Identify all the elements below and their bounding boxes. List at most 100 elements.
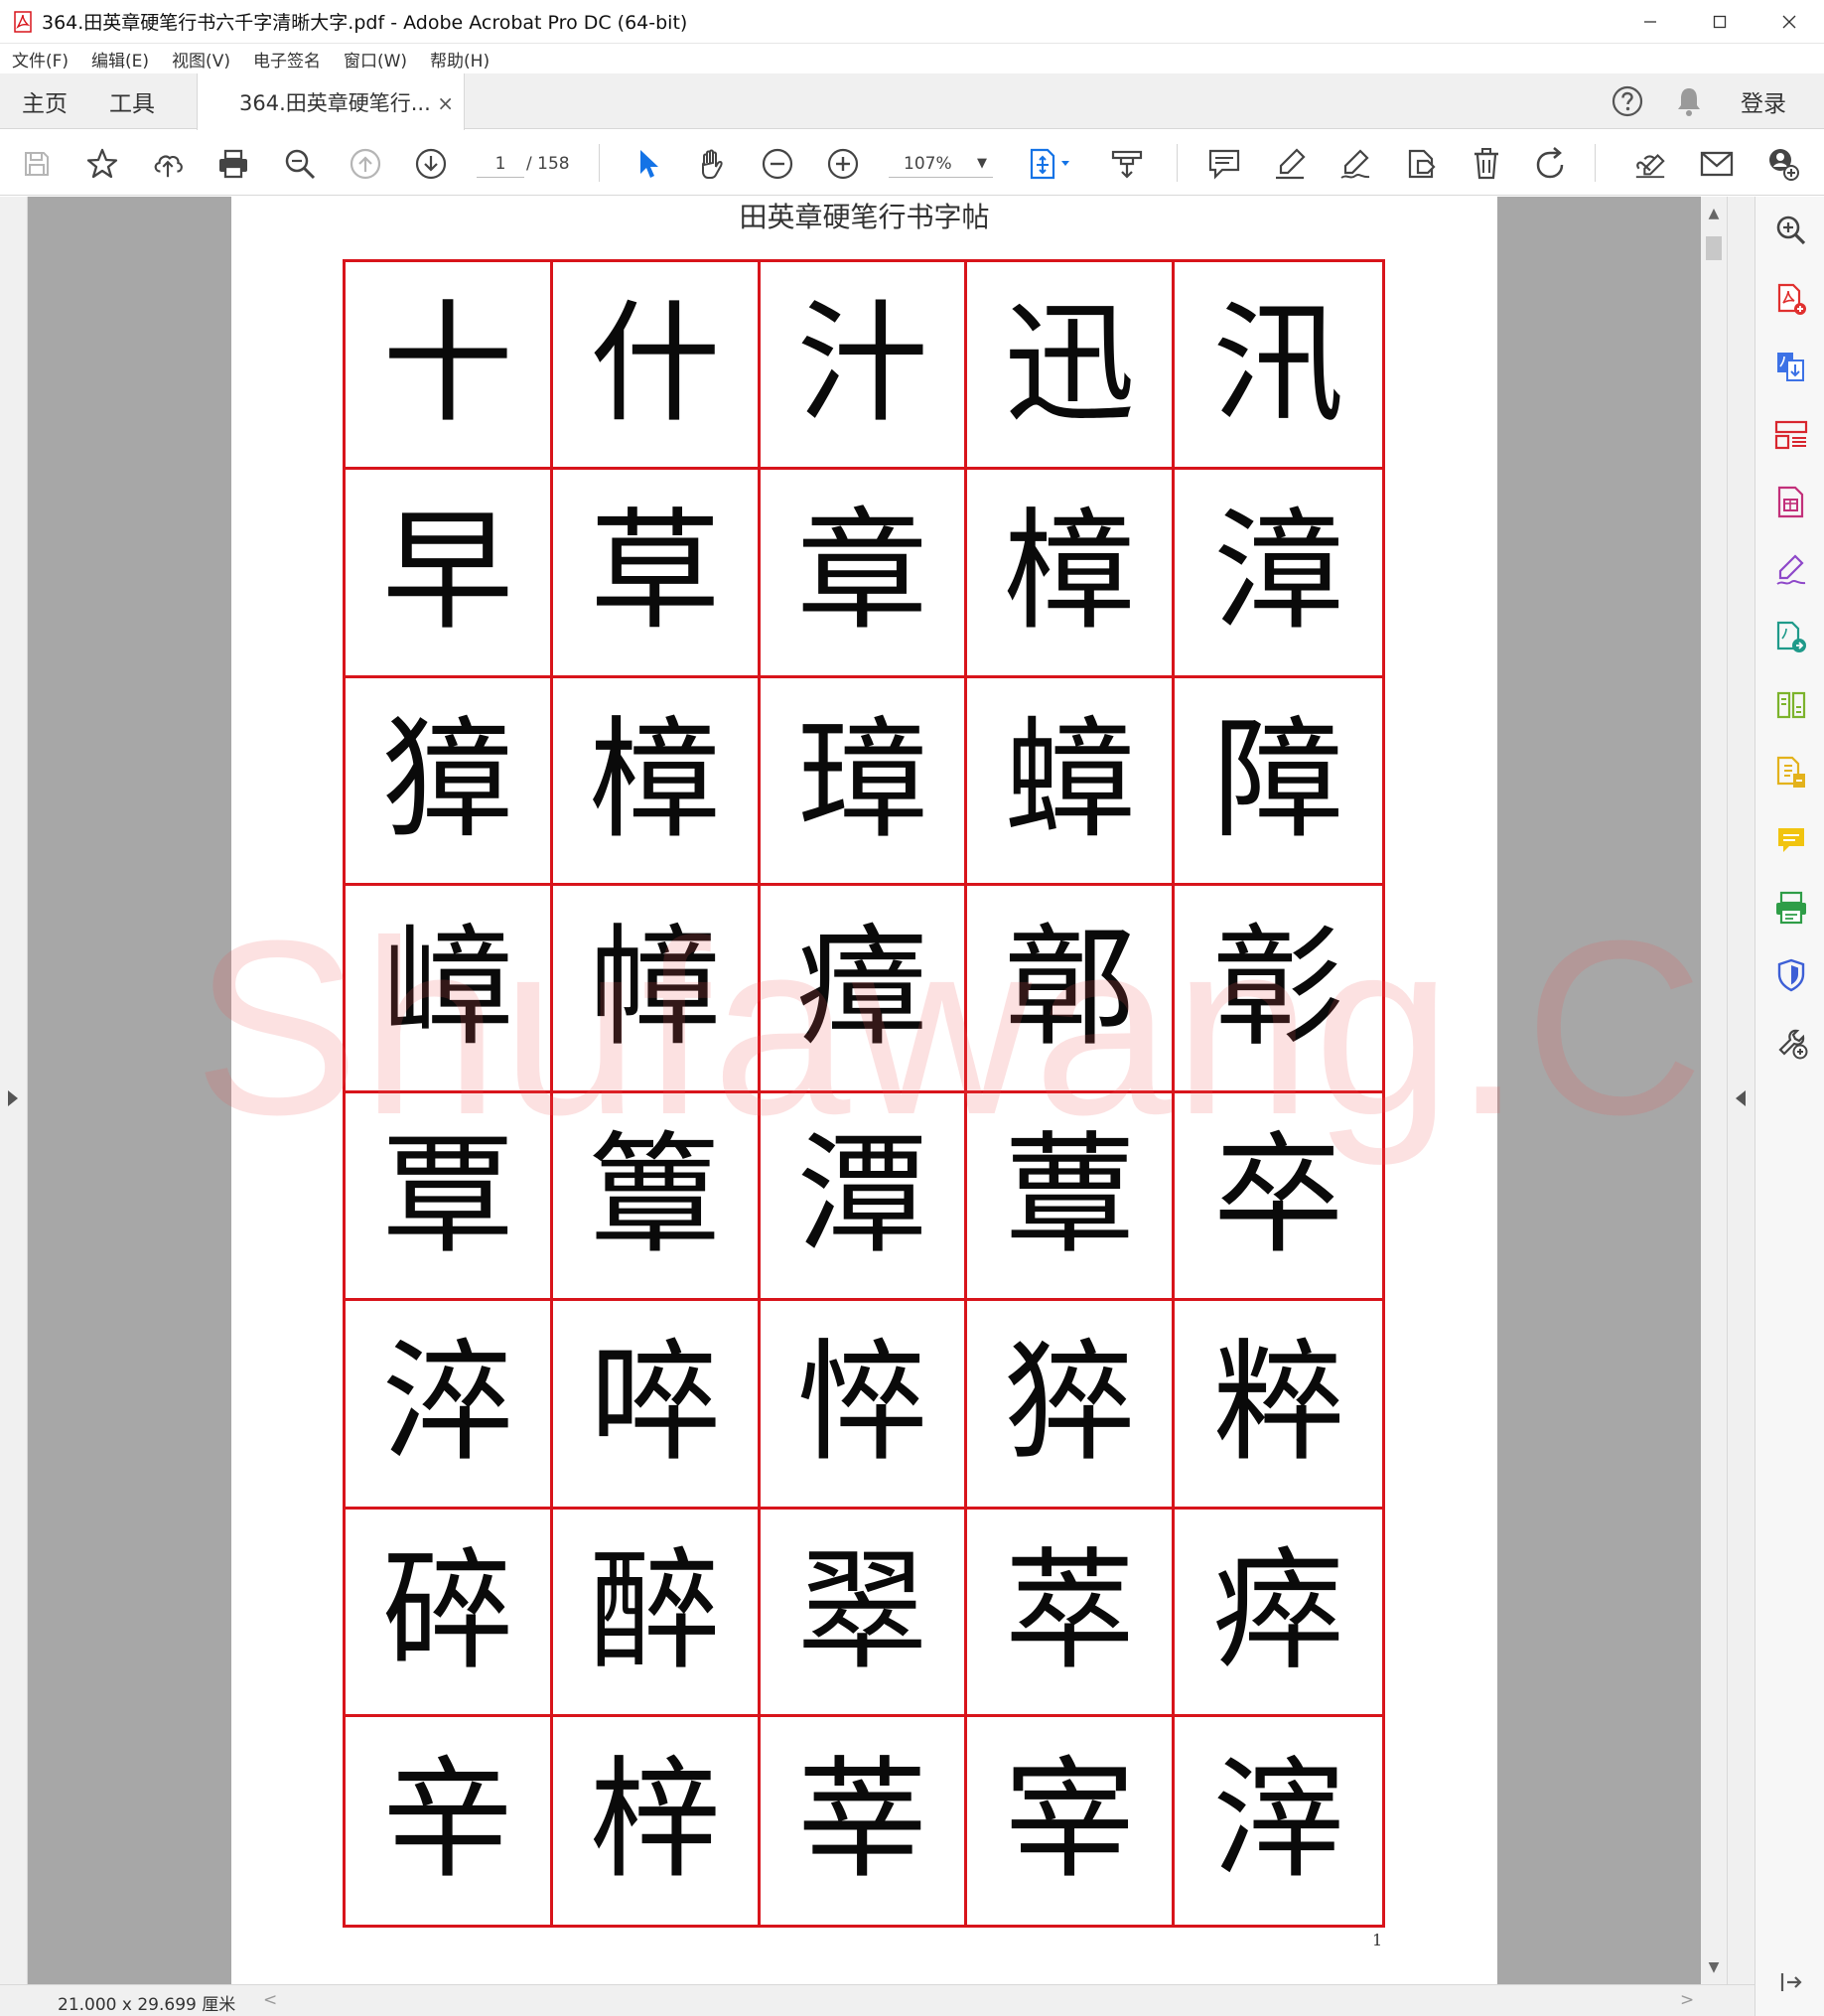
fill-sign-icon[interactable] bbox=[1633, 147, 1667, 181]
window-title: 364.田英章硬笔行书六千字清晰大字.pdf - Adobe Acrobat P… bbox=[42, 12, 688, 34]
organize-pages-icon[interactable] bbox=[1773, 417, 1809, 453]
character-cell: 幛 bbox=[552, 885, 761, 1093]
character-cell: 獐 bbox=[346, 677, 553, 886]
compare-files-icon[interactable] bbox=[1773, 687, 1809, 723]
comment-tool-icon[interactable] bbox=[1773, 822, 1809, 858]
menu-window[interactable]: 窗口(W) bbox=[344, 47, 407, 72]
scroll-thumb[interactable] bbox=[1706, 236, 1722, 260]
page-size-label: 21.000 x 29.699 厘米 bbox=[58, 1995, 236, 2015]
search-zoom-icon[interactable] bbox=[1773, 213, 1809, 248]
scroll-down-icon[interactable]: ▼ bbox=[1707, 1959, 1721, 1975]
character-cell: 瘴 bbox=[760, 885, 968, 1093]
presentation-icon[interactable] bbox=[1110, 147, 1144, 181]
character-cell: 碎 bbox=[346, 1509, 553, 1717]
menu-edit[interactable]: 编辑(E) bbox=[91, 47, 149, 72]
help-icon[interactable] bbox=[1610, 83, 1645, 119]
toolbar: 1 / 158 107% ▼ bbox=[0, 130, 1824, 196]
rotate-icon[interactable] bbox=[1534, 147, 1568, 181]
zoom-level-select[interactable]: 107% ▼ bbox=[889, 150, 993, 178]
send-for-review-icon[interactable] bbox=[1773, 620, 1809, 655]
combine-files-icon[interactable] bbox=[1773, 755, 1809, 791]
page-number-input[interactable]: 1 bbox=[477, 150, 524, 178]
character-cell: 鄣 bbox=[967, 885, 1176, 1093]
menu-e-sign[interactable]: 电子签名 bbox=[253, 47, 321, 72]
protect-shield-icon[interactable] bbox=[1773, 957, 1809, 993]
toolbar-divider bbox=[599, 144, 600, 182]
character-cell: 啐 bbox=[552, 1301, 761, 1510]
page-footer-number: 1 bbox=[1372, 1931, 1383, 1949]
hand-tool-icon[interactable] bbox=[695, 147, 729, 181]
bookmark-star-icon[interactable] bbox=[85, 147, 119, 181]
scroll-right-icon[interactable]: > bbox=[1680, 1990, 1694, 2010]
request-signature-icon[interactable] bbox=[1773, 552, 1809, 588]
toolbar-divider bbox=[1595, 144, 1596, 182]
scroll-left-icon[interactable]: < bbox=[263, 1990, 277, 2010]
right-pane-toggle[interactable] bbox=[1727, 197, 1754, 1984]
character-cell: 滓 bbox=[1212, 1744, 1344, 1898]
character-cell: 章 bbox=[760, 470, 968, 678]
character-cell: 障 bbox=[1175, 678, 1382, 886]
sign-in-button[interactable]: 登录 bbox=[1741, 84, 1786, 118]
highlight-pen-icon[interactable] bbox=[1273, 147, 1307, 181]
menu-help[interactable]: 帮助(H) bbox=[430, 47, 490, 72]
save-icon[interactable] bbox=[20, 147, 54, 181]
tab-tools[interactable]: 工具 bbox=[109, 73, 155, 129]
tab-document-label: 364.田英章硬笔行... bbox=[239, 90, 431, 115]
cloud-upload-icon[interactable] bbox=[151, 147, 185, 181]
character-cell: 瘁 bbox=[1175, 1510, 1382, 1717]
page-header-title: 田英章硬笔行书字帖 bbox=[739, 201, 990, 233]
export-pdf-icon[interactable] bbox=[1773, 350, 1809, 385]
sign-pen-icon[interactable] bbox=[1338, 147, 1372, 181]
character-cell: 宰 bbox=[967, 1716, 1176, 1925]
previous-page-icon[interactable] bbox=[349, 147, 382, 181]
page-fit-icon[interactable] bbox=[1025, 147, 1074, 181]
tab-document[interactable]: 364.田英章硬笔行... × bbox=[197, 73, 465, 130]
character-cell: 彰 bbox=[1175, 886, 1382, 1093]
comment-icon[interactable] bbox=[1207, 147, 1241, 181]
more-tools-icon[interactable] bbox=[1773, 1025, 1809, 1061]
next-page-icon[interactable] bbox=[414, 147, 448, 181]
character-cell: 翠 bbox=[760, 1509, 968, 1717]
character-cell: 覃 bbox=[346, 1093, 553, 1302]
acrobat-logo-icon bbox=[12, 10, 34, 34]
character-cell: 璋 bbox=[760, 677, 968, 886]
character-cell: 莘 bbox=[761, 1716, 968, 1925]
share-user-icon[interactable] bbox=[1765, 147, 1799, 181]
character-grid: 十什汁迅汛早草章樟漳獐樟璋蟑障嶂幛瘴鄣彰覃簟潭蕈卒淬啐悴猝粹碎醉翠萃瘁辛梓莘宰滓 bbox=[343, 259, 1385, 1928]
toolbar-divider bbox=[1177, 144, 1178, 182]
minimize-button[interactable] bbox=[1615, 0, 1685, 44]
stamp-icon[interactable] bbox=[1404, 147, 1438, 181]
print-icon[interactable] bbox=[216, 147, 250, 181]
email-icon[interactable] bbox=[1700, 147, 1734, 181]
left-pane-toggle[interactable] bbox=[0, 197, 28, 1984]
delete-trash-icon[interactable] bbox=[1470, 147, 1503, 181]
tab-home[interactable]: 主页 bbox=[22, 73, 68, 129]
close-window-button[interactable] bbox=[1754, 0, 1824, 44]
maximize-button[interactable] bbox=[1685, 0, 1754, 44]
character-cell: 猝 bbox=[967, 1301, 1176, 1510]
select-cursor-icon[interactable] bbox=[631, 147, 665, 181]
character-cell: 漳 bbox=[1175, 470, 1382, 678]
scroll-up-icon[interactable]: ▲ bbox=[1707, 206, 1721, 221]
close-tab-icon[interactable]: × bbox=[437, 91, 454, 115]
edit-pdf-icon[interactable] bbox=[1773, 485, 1809, 520]
pdf-page: 田英章硬笔行书字帖 十什汁迅汛早草章樟漳獐樟璋蟑障嶂幛瘴鄣彰覃簟潭蕈卒淬啐悴猝粹… bbox=[231, 197, 1497, 1984]
scan-ocr-icon[interactable] bbox=[1773, 890, 1809, 926]
zoom-out-icon[interactable] bbox=[761, 147, 794, 181]
character-cell: 萃 bbox=[967, 1509, 1176, 1717]
character-cell: 簟 bbox=[552, 1093, 761, 1302]
find-zoom-icon[interactable] bbox=[283, 147, 317, 181]
tab-bar: 主页 工具 364.田英章硬笔行... × 登录 bbox=[0, 73, 1824, 130]
expand-left-icon bbox=[8, 1090, 18, 1106]
create-pdf-icon[interactable] bbox=[1773, 282, 1809, 318]
notifications-bell-icon[interactable] bbox=[1671, 83, 1707, 119]
menu-file[interactable]: 文件(F) bbox=[12, 47, 69, 72]
collapse-pane-icon[interactable] bbox=[1773, 1964, 1809, 2000]
vertical-scrollbar[interactable]: ▲ ▼ bbox=[1701, 197, 1727, 1984]
zoom-in-icon[interactable] bbox=[826, 147, 860, 181]
character-cell: 梓 bbox=[553, 1716, 761, 1925]
chevron-down-icon: ▼ bbox=[977, 156, 987, 171]
character-cell: 迅 bbox=[967, 262, 1176, 471]
page-total-label: / 158 bbox=[526, 154, 570, 174]
menu-view[interactable]: 视图(V) bbox=[172, 47, 230, 72]
